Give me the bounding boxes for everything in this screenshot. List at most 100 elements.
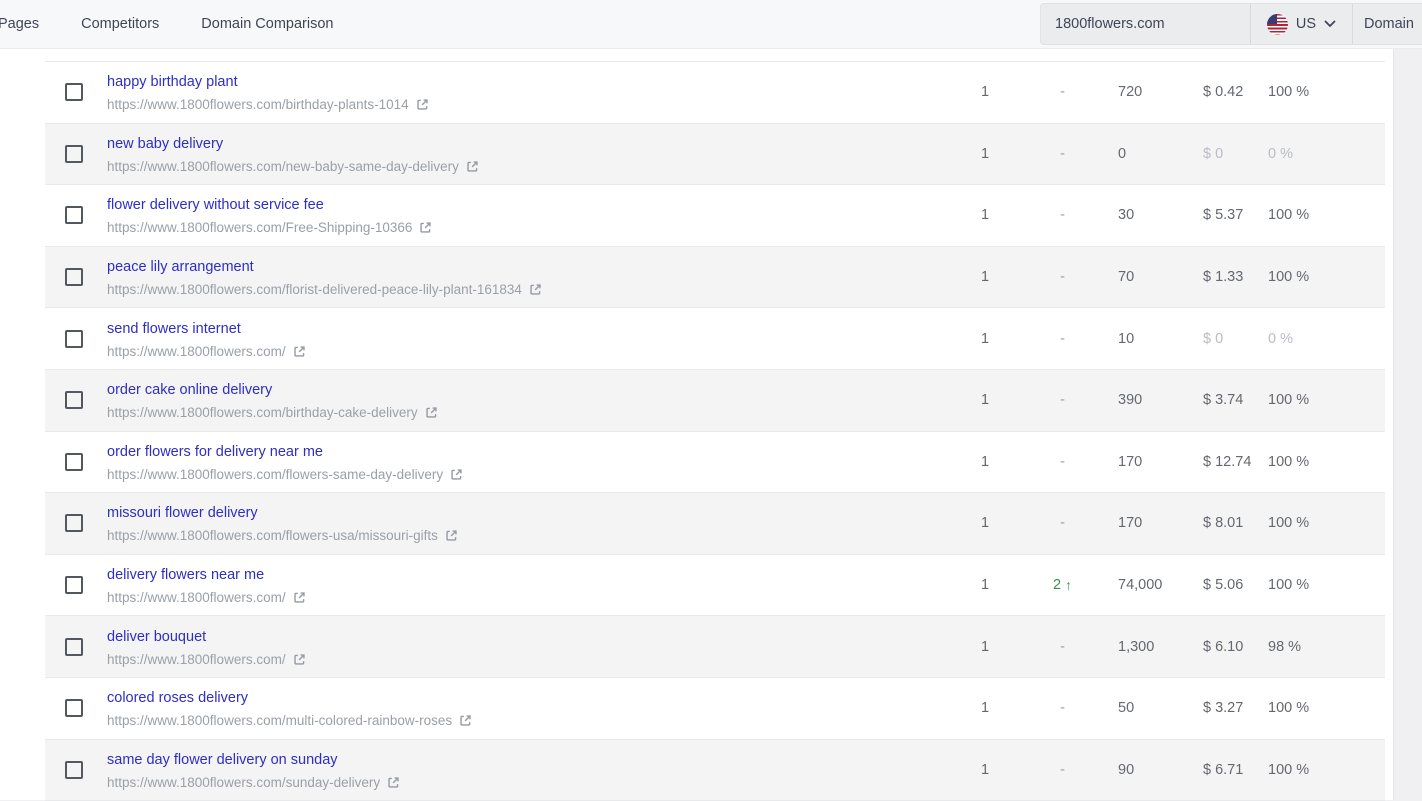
position-value: 1 bbox=[950, 493, 1020, 554]
table-row: peace lily arrangement https://www.1800f… bbox=[45, 247, 1385, 309]
nav-tab-pages[interactable]: Pages bbox=[0, 16, 39, 32]
position-change: - bbox=[1020, 124, 1105, 185]
cpc-value: $ 1.33 bbox=[1190, 247, 1255, 308]
arrow-up-icon: ↑ bbox=[1065, 577, 1072, 593]
row-checkbox[interactable] bbox=[65, 761, 83, 779]
page-url: https://www.1800flowers.com/flowers-usa/… bbox=[107, 527, 438, 544]
row-checkbox[interactable] bbox=[65, 638, 83, 656]
keyword-cell: order cake online delivery https://www.1… bbox=[107, 370, 950, 431]
external-link-icon[interactable] bbox=[450, 468, 463, 481]
cpc-value: $ 5.06 bbox=[1190, 555, 1255, 616]
row-checkbox[interactable] bbox=[65, 699, 83, 717]
external-link-icon[interactable] bbox=[387, 776, 400, 789]
nav-tab-competitors[interactable]: Competitors bbox=[81, 16, 159, 32]
keyword-cell: new baby delivery https://www.1800flower… bbox=[107, 124, 950, 185]
search-volume: 170 bbox=[1105, 432, 1190, 493]
position-value: 1 bbox=[950, 62, 1020, 123]
row-checkbox[interactable] bbox=[65, 268, 83, 286]
checkbox-cell bbox=[45, 493, 107, 554]
url-line: https://www.1800flowers.com/ bbox=[107, 651, 306, 668]
cpc-value: $ 0 bbox=[1190, 308, 1255, 369]
keyword-link[interactable]: peace lily arrangement bbox=[107, 258, 254, 276]
page-url: https://www.1800flowers.com/multi-colore… bbox=[107, 712, 452, 729]
row-checkbox[interactable] bbox=[65, 145, 83, 163]
traffic-percent: 100 % bbox=[1255, 247, 1385, 308]
position-change: - bbox=[1020, 678, 1105, 739]
keyword-link[interactable]: flower delivery without service fee bbox=[107, 196, 324, 214]
row-checkbox[interactable] bbox=[65, 206, 83, 224]
cpc-value: $ 0.42 bbox=[1190, 62, 1255, 123]
external-link-icon[interactable] bbox=[425, 406, 438, 419]
cpc-value: $ 3.27 bbox=[1190, 678, 1255, 739]
checkbox-cell bbox=[45, 370, 107, 431]
page-url: https://www.1800flowers.com/ bbox=[107, 343, 286, 360]
keyword-link[interactable]: deliver bouquet bbox=[107, 628, 206, 646]
page-url: https://www.1800flowers.com/Free-Shippin… bbox=[107, 219, 412, 236]
checkbox-cell bbox=[45, 555, 107, 616]
region-selector[interactable]: US bbox=[1250, 4, 1352, 44]
external-link-icon[interactable] bbox=[293, 591, 306, 604]
row-checkbox[interactable] bbox=[65, 453, 83, 471]
table-row: same day flower delivery on sunday https… bbox=[45, 740, 1385, 801]
page-url: https://www.1800flowers.com/ bbox=[107, 651, 286, 668]
external-link-icon[interactable] bbox=[529, 283, 542, 296]
keyword-link[interactable]: colored roses delivery bbox=[107, 689, 248, 707]
position-value: 1 bbox=[950, 678, 1020, 739]
table-row: deliver bouquet https://www.1800flowers.… bbox=[45, 616, 1385, 678]
keyword-link[interactable]: missouri flower delivery bbox=[107, 504, 258, 522]
table-row: send flowers internet https://www.1800fl… bbox=[45, 308, 1385, 370]
url-line: https://www.1800flowers.com/florist-deli… bbox=[107, 281, 542, 298]
position-change: - bbox=[1020, 185, 1105, 246]
checkbox-cell bbox=[45, 678, 107, 739]
keyword-link[interactable]: order flowers for delivery near me bbox=[107, 443, 323, 461]
position-value: 1 bbox=[950, 308, 1020, 369]
search-volume: 170 bbox=[1105, 493, 1190, 554]
keyword-cell: peace lily arrangement https://www.1800f… bbox=[107, 247, 950, 308]
position-change: 2↑ bbox=[1020, 555, 1105, 616]
keyword-cell: same day flower delivery on sunday https… bbox=[107, 740, 950, 801]
external-link-icon[interactable] bbox=[445, 529, 458, 542]
external-link-icon[interactable] bbox=[419, 221, 432, 234]
row-checkbox[interactable] bbox=[65, 391, 83, 409]
keyword-link[interactable]: new baby delivery bbox=[107, 135, 223, 153]
row-checkbox[interactable] bbox=[65, 330, 83, 348]
domain-search-group: 1800flowers.com US Domain bbox=[1040, 3, 1422, 45]
traffic-percent: 100 % bbox=[1255, 555, 1385, 616]
position-change: - bbox=[1020, 247, 1105, 308]
url-line: https://www.1800flowers.com/ bbox=[107, 589, 306, 606]
external-link-icon[interactable] bbox=[293, 653, 306, 666]
page-url: https://www.1800flowers.com/florist-deli… bbox=[107, 281, 522, 298]
position-change: - bbox=[1020, 616, 1105, 677]
domain-search-input[interactable]: 1800flowers.com bbox=[1041, 4, 1250, 44]
cpc-value: $ 6.71 bbox=[1190, 740, 1255, 801]
row-checkbox[interactable] bbox=[65, 83, 83, 101]
keywords-table: happy birthday plant https://www.1800flo… bbox=[45, 61, 1385, 801]
search-volume: 10 bbox=[1105, 308, 1190, 369]
keyword-link[interactable]: happy birthday plant bbox=[107, 73, 238, 91]
keyword-link[interactable]: same day flower delivery on sunday bbox=[107, 751, 338, 769]
traffic-percent: 0 % bbox=[1255, 308, 1385, 369]
external-link-icon[interactable] bbox=[293, 345, 306, 358]
position-value: 1 bbox=[950, 740, 1020, 801]
keyword-cell: order flowers for delivery near me https… bbox=[107, 432, 950, 493]
url-line: https://www.1800flowers.com/sunday-deliv… bbox=[107, 774, 400, 791]
right-gutter bbox=[1393, 49, 1422, 800]
row-checkbox[interactable] bbox=[65, 514, 83, 532]
row-checkbox[interactable] bbox=[65, 576, 83, 594]
external-link-icon[interactable] bbox=[416, 98, 429, 111]
keyword-cell: colored roses delivery https://www.1800f… bbox=[107, 678, 950, 739]
search-mode-selector[interactable]: Domain bbox=[1352, 4, 1422, 44]
keyword-link[interactable]: delivery flowers near me bbox=[107, 566, 264, 584]
cpc-value: $ 6.10 bbox=[1190, 616, 1255, 677]
keyword-link[interactable]: order cake online delivery bbox=[107, 381, 272, 399]
search-volume: 720 bbox=[1105, 62, 1190, 123]
keyword-link[interactable]: send flowers internet bbox=[107, 320, 241, 338]
checkbox-cell bbox=[45, 616, 107, 677]
external-link-icon[interactable] bbox=[459, 714, 472, 727]
traffic-percent: 100 % bbox=[1255, 740, 1385, 801]
external-link-icon[interactable] bbox=[466, 160, 479, 173]
nav-tab-domain-comparison[interactable]: Domain Comparison bbox=[201, 16, 333, 32]
search-volume: 30 bbox=[1105, 185, 1190, 246]
search-volume: 0 bbox=[1105, 124, 1190, 185]
cpc-value: $ 3.74 bbox=[1190, 370, 1255, 431]
